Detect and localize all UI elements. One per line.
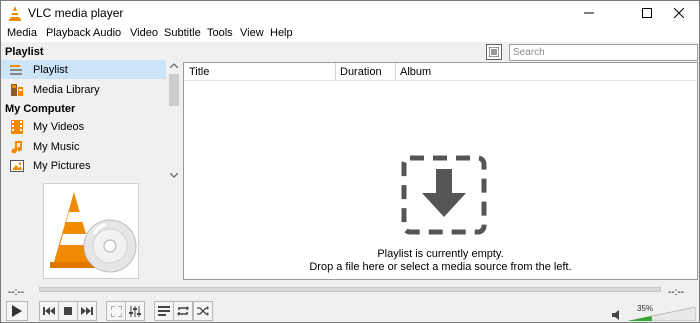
sidebar-item-my-videos[interactable]: My Videos xyxy=(1,117,166,136)
sidebar-item-my-music[interactable]: My Music xyxy=(1,137,166,156)
sidebar-header-playlist: Playlist xyxy=(5,46,44,58)
menu-media[interactable]: Media xyxy=(7,27,37,39)
film-icon xyxy=(9,119,25,135)
scroll-down-icon[interactable] xyxy=(167,168,181,182)
menu-subtitle[interactable]: Subtitle xyxy=(164,27,201,39)
previous-button[interactable] xyxy=(39,301,59,321)
column-separator[interactable] xyxy=(395,63,396,80)
vlc-window: VLC media player Media Playback Audio Vi… xyxy=(0,0,700,323)
sidebar-item-label: My Pictures xyxy=(33,159,91,172)
menu-tools[interactable]: Tools xyxy=(207,27,233,39)
sidebar-item-label: My Videos xyxy=(33,120,85,133)
fullscreen-icon xyxy=(110,305,122,317)
sidebar-item-label: Media Library xyxy=(33,83,100,96)
list-view-icon xyxy=(489,47,499,57)
scroll-up-icon[interactable] xyxy=(167,58,181,72)
vlc-cone-icon xyxy=(9,6,21,21)
next-icon xyxy=(81,307,93,315)
playlist-toggle-icon xyxy=(158,306,170,316)
minimize-button[interactable] xyxy=(567,1,611,25)
empty-hint: Drop a file here or select a media sourc… xyxy=(309,261,572,273)
seek-slider[interactable] xyxy=(39,287,661,292)
stop-button[interactable] xyxy=(58,301,78,321)
playlist-panel[interactable]: Title Duration Album Playlist is current… xyxy=(183,62,698,280)
search-input[interactable] xyxy=(510,45,697,60)
speaker-icon[interactable] xyxy=(612,310,622,320)
album-art xyxy=(43,183,139,279)
sidebar-item-my-pictures[interactable]: My Pictures xyxy=(1,156,166,175)
empty-message: Playlist is currently empty. xyxy=(377,248,504,260)
menu-audio[interactable]: Audio xyxy=(93,27,121,39)
header-divider xyxy=(184,80,697,81)
column-separator[interactable] xyxy=(335,63,336,80)
menu-help[interactable]: Help xyxy=(270,27,293,39)
sidebar: Playlist Playlist Media Library My Compu… xyxy=(1,42,182,284)
scroll-thumb[interactable] xyxy=(169,74,179,106)
menu-playback[interactable]: Playback xyxy=(46,27,91,39)
volume-slider[interactable] xyxy=(628,307,696,321)
sidebar-header-my-computer: My Computer xyxy=(5,103,76,115)
equalizer-icon xyxy=(129,305,141,317)
menu-bar: Media Playback Audio Video Subtitle Tool… xyxy=(1,25,699,42)
media-library-icon xyxy=(9,82,25,98)
close-button[interactable] xyxy=(657,1,699,25)
vlc-cone-cd-icon xyxy=(50,192,137,273)
column-duration[interactable]: Duration xyxy=(340,63,382,80)
loop-button[interactable] xyxy=(173,301,193,321)
column-title[interactable]: Title xyxy=(189,63,209,80)
shuffle-button[interactable] xyxy=(193,301,213,321)
remaining-time[interactable]: --:-- xyxy=(668,287,684,298)
title-bar[interactable]: VLC media player xyxy=(1,1,699,25)
play-icon xyxy=(12,305,22,317)
fullscreen-button[interactable] xyxy=(106,301,126,321)
sidebar-item-playlist[interactable]: Playlist xyxy=(1,60,166,79)
music-note-icon xyxy=(9,139,25,155)
menu-video[interactable]: Video xyxy=(130,27,158,39)
picture-icon xyxy=(9,158,25,174)
search-field[interactable] xyxy=(509,44,698,61)
extended-settings-button[interactable] xyxy=(125,301,145,321)
stop-icon xyxy=(64,307,72,315)
sidebar-item-label: Playlist xyxy=(33,63,68,76)
minimize-icon xyxy=(584,12,594,14)
sidebar-scrollbar[interactable] xyxy=(167,58,181,182)
close-icon xyxy=(674,8,684,18)
column-album[interactable]: Album xyxy=(400,63,431,80)
next-button[interactable] xyxy=(77,301,97,321)
sidebar-item-label: My Music xyxy=(33,140,80,153)
menu-view[interactable]: View xyxy=(240,27,264,39)
shuffle-icon xyxy=(197,306,209,316)
loop-icon xyxy=(177,306,189,316)
maximize-icon xyxy=(642,8,652,18)
toggle-playlist-button[interactable] xyxy=(154,301,174,321)
drop-file-icon xyxy=(401,155,487,235)
play-button[interactable] xyxy=(6,301,28,321)
playlist-view-button[interactable] xyxy=(486,44,502,60)
playlist-icon xyxy=(9,62,25,78)
elapsed-time: --:-- xyxy=(8,287,25,298)
sidebar-item-media-library[interactable]: Media Library xyxy=(1,80,166,99)
window-title: VLC media player xyxy=(28,6,124,20)
previous-icon xyxy=(43,307,55,315)
